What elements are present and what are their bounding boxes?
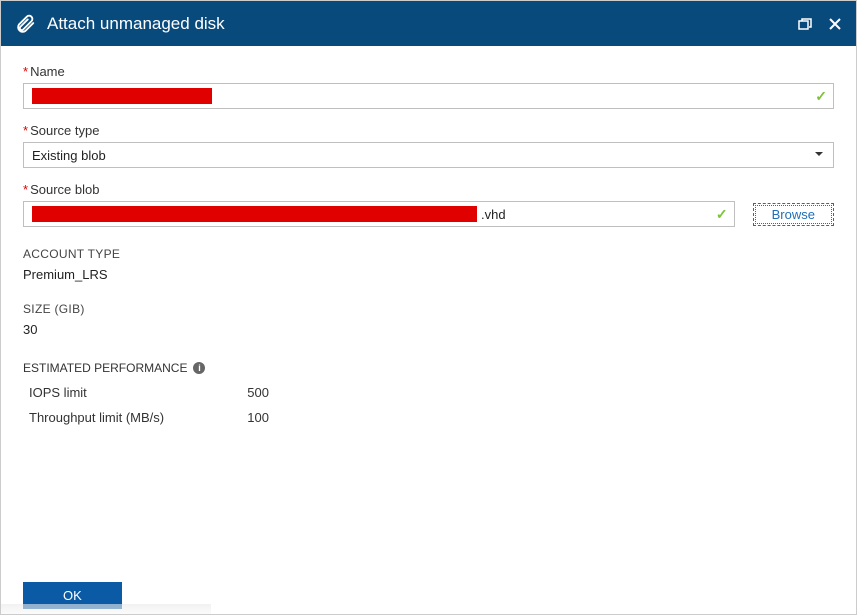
source-blob-input[interactable]: .vhd ✓ xyxy=(23,201,735,227)
source-blob-label: *Source blob xyxy=(23,182,834,197)
account-type-value: Premium_LRS xyxy=(23,267,834,282)
form-content: *Name ✓ *Source type Existing blob *Sour… xyxy=(1,46,856,425)
account-type-label: ACCOUNT TYPE xyxy=(23,247,834,261)
browse-button[interactable]: Browse xyxy=(753,203,834,226)
chevron-down-icon xyxy=(813,148,825,163)
decorative-shadow xyxy=(1,604,211,614)
validation-check-icon: ✓ xyxy=(716,206,728,223)
field-source-type: *Source type Existing blob xyxy=(23,123,834,168)
source-type-value: Existing blob xyxy=(32,148,106,163)
attach-icon xyxy=(13,12,37,36)
table-row: IOPS limit 500 xyxy=(23,385,834,400)
table-row: Throughput limit (MB/s) 100 xyxy=(23,410,834,425)
source-type-label: *Source type xyxy=(23,123,834,138)
redacted-value xyxy=(32,88,212,104)
close-icon[interactable] xyxy=(826,15,844,33)
title-bar: Attach unmanaged disk xyxy=(1,1,856,46)
field-source-blob: *Source blob .vhd ✓ Browse xyxy=(23,182,834,227)
blob-suffix: .vhd xyxy=(477,207,506,222)
size-value: 30 xyxy=(23,322,834,337)
name-input[interactable]: ✓ xyxy=(23,83,834,109)
perf-value: 500 xyxy=(219,385,269,400)
perf-value: 100 xyxy=(219,410,269,425)
performance-header: ESTIMATED PERFORMANCE i xyxy=(23,361,834,375)
redacted-value xyxy=(32,206,477,222)
perf-key: Throughput limit (MB/s) xyxy=(29,410,219,425)
field-name: *Name ✓ xyxy=(23,64,834,109)
info-icon[interactable]: i xyxy=(193,362,205,374)
name-label: *Name xyxy=(23,64,834,79)
validation-check-icon: ✓ xyxy=(815,88,827,105)
performance-table: IOPS limit 500 Throughput limit (MB/s) 1… xyxy=(23,385,834,425)
size-label: SIZE (GIB) xyxy=(23,302,834,316)
perf-key: IOPS limit xyxy=(29,385,219,400)
source-type-select[interactable]: Existing blob xyxy=(23,142,834,168)
restore-icon[interactable] xyxy=(796,15,814,33)
window-title: Attach unmanaged disk xyxy=(47,14,784,34)
